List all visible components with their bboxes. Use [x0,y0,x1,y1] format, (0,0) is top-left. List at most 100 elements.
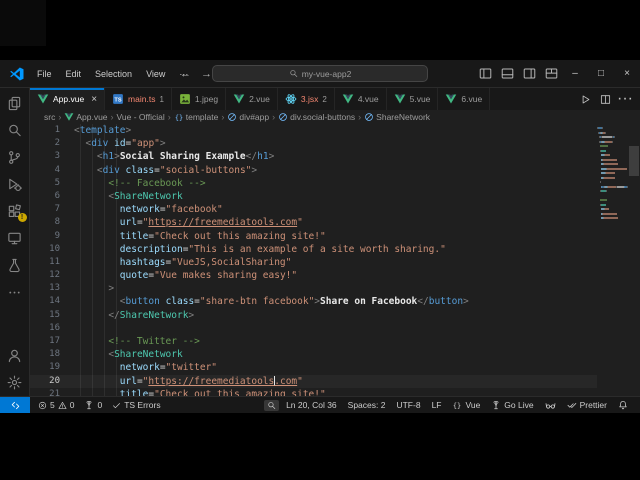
activity-source-control-icon[interactable] [0,144,30,171]
code-line-11[interactable]: 11 hashtags="VueJS,SocialSharing" [30,256,597,269]
tab-4-vue[interactable]: 4.vue [335,88,387,110]
code-line-19[interactable]: 19 network="twitter" [30,361,597,374]
maximize-button[interactable]: □ [588,60,614,88]
more-actions-button[interactable]: ··· [616,88,634,110]
activity-explorer-icon[interactable] [0,90,30,117]
code-line-1[interactable]: 1<template> [30,124,597,137]
code-line-4[interactable]: 4 <div class="social-buttons"> [30,164,597,177]
tab-problem-badge: 2 [322,95,326,104]
line-number: 15 [30,309,60,322]
activity-search-icon[interactable] [0,117,30,144]
code-line-5[interactable]: 5 <!-- Facebook --> [30,177,597,190]
tab-5-vue[interactable]: 5.vue [387,88,439,110]
code-line-21[interactable]: 21 title="Check out this amazing site!" [30,388,597,396]
tab-label: 6.vue [461,94,482,104]
code-line-12[interactable]: 12 quote="Vue makes sharing easy!" [30,269,597,282]
breadcrumb-item-app-vue[interactable]: App.vue [64,112,107,122]
tab-2-vue[interactable]: 2.vue [226,88,278,110]
code-line-20[interactable]: 20 url="https://freemediatools.com" [30,375,597,388]
cursor-position[interactable]: Ln 20, Col 36 [282,397,341,413]
line-number: 12 [30,269,60,282]
close-button[interactable]: × [614,60,640,88]
activity-accounts-icon[interactable] [0,342,30,369]
code-line-16[interactable]: 16 [30,322,597,335]
code-line-7[interactable]: 7 network="facebook" [30,203,597,216]
run-file-button[interactable] [576,88,594,110]
breadcrumb-item-sharenetwork[interactable]: ShareNetwork [364,112,430,122]
tab-main-ts[interactable]: TSmain.ts1 [105,88,172,110]
line-number: 3 [30,150,60,163]
code-line-9[interactable]: 9 title="Check out this amazing site!" [30,230,597,243]
tab-6-vue[interactable]: 6.vue [438,88,490,110]
code-line-15[interactable]: 15 </ShareNetwork> [30,309,597,322]
command-center-search[interactable]: my-vue-app2 [212,65,428,82]
minimap[interactable] [597,124,628,396]
tab-3-jsx[interactable]: 3.jsx 2 [278,88,335,110]
code-line-13[interactable]: 13 > [30,282,597,295]
remote-indicator[interactable] [0,397,30,413]
notifications-bell[interactable] [614,397,632,413]
menu-file[interactable]: File [31,66,58,82]
toggle-secondary-sidebar-icon[interactable] [518,60,540,88]
ts-errors-indicator[interactable]: TS Errors [108,397,164,413]
tab-label: 3.jsx [301,94,318,104]
status-search-button[interactable] [264,400,279,411]
code-line-2[interactable]: 2 <div id="app"> [30,137,597,150]
activity-run-debug-icon[interactable] [0,171,30,198]
code-line-17[interactable]: 17 <!-- Twitter --> [30,335,597,348]
breadcrumb-item-template[interactable]: {}template [174,112,219,122]
spell-checker-button[interactable] [541,397,560,413]
code-editor[interactable]: 1<template>2 <div id="app">3 <h1>Social … [30,124,597,396]
code-line-8[interactable]: 8 url="https://freemediatools.com" [30,216,597,229]
indentation-setting[interactable]: Spaces: 2 [344,397,390,413]
activity-testing-icon[interactable] [0,252,30,279]
code-line-10[interactable]: 10 description="This is an example of a … [30,243,597,256]
history-back-icon[interactable]: ← [180,68,191,80]
problems-indicator[interactable]: 5 0 [34,397,78,413]
scrollbar-thumb[interactable] [629,146,639,176]
activity-extensions-icon[interactable]: ! [0,198,30,225]
breadcrumb-item-div-social-buttons[interactable]: div.social-buttons [278,112,355,122]
tab-app-vue[interactable]: App.vue × [30,88,105,110]
extensions-warning-badge: ! [18,213,27,222]
minimize-button[interactable]: – [562,60,588,88]
code-text: title="Check out this amazing site!" [74,388,326,396]
go-live-button[interactable]: Go Live [487,397,537,413]
menu-view[interactable]: View [140,66,171,82]
breadcrumb-label: App.vue [76,112,107,122]
line-number: 5 [30,177,60,190]
activity-more-icon[interactable] [0,279,30,306]
code-line-3[interactable]: 3 <h1>Social Sharing Example</h1> [30,150,597,163]
breadcrumb-separator: › [221,112,224,122]
language-mode[interactable]: {} Vue [448,397,484,413]
activity-settings-icon[interactable] [0,369,30,396]
ports-indicator[interactable]: 0 [80,397,106,413]
breadcrumb-item-src[interactable]: src [44,112,55,122]
menu-selection[interactable]: Selection [89,66,138,82]
toggle-panel-icon[interactable] [496,60,518,88]
history-forward-icon[interactable]: → [201,68,212,80]
tab-label: App.vue [53,94,84,104]
tab-1-jpeg[interactable]: 1.jpeg [172,88,226,110]
customize-layout-icon[interactable] [540,60,562,88]
vue-icon [233,93,245,105]
code-text: title="Check out this amazing site!" [74,230,326,243]
menu-edit[interactable]: Edit [60,66,88,82]
toggle-sidebar-icon[interactable] [474,60,496,88]
split-editor-button[interactable] [596,88,614,110]
line-number: 18 [30,348,60,361]
prettier-button[interactable]: Prettier [563,397,611,413]
breadcrumb-item-div-app[interactable]: div#app [227,112,269,122]
breadcrumb-label: src [44,112,55,122]
code-line-14[interactable]: 14 <button class="share-btn facebook">Sh… [30,295,597,308]
line-number: 14 [30,295,60,308]
line-number: 13 [30,282,60,295]
tab-close-icon[interactable]: × [91,94,97,105]
code-line-18[interactable]: 18 <ShareNetwork [30,348,597,361]
activity-remote-explorer-icon[interactable] [0,225,30,252]
vertical-scrollbar[interactable] [628,124,640,396]
eol-setting[interactable]: LF [428,397,446,413]
code-line-6[interactable]: 6 <ShareNetwork [30,190,597,203]
breadcrumb-item-vue---official[interactable]: Vue - Official [117,112,165,122]
encoding-setting[interactable]: UTF-8 [392,397,424,413]
